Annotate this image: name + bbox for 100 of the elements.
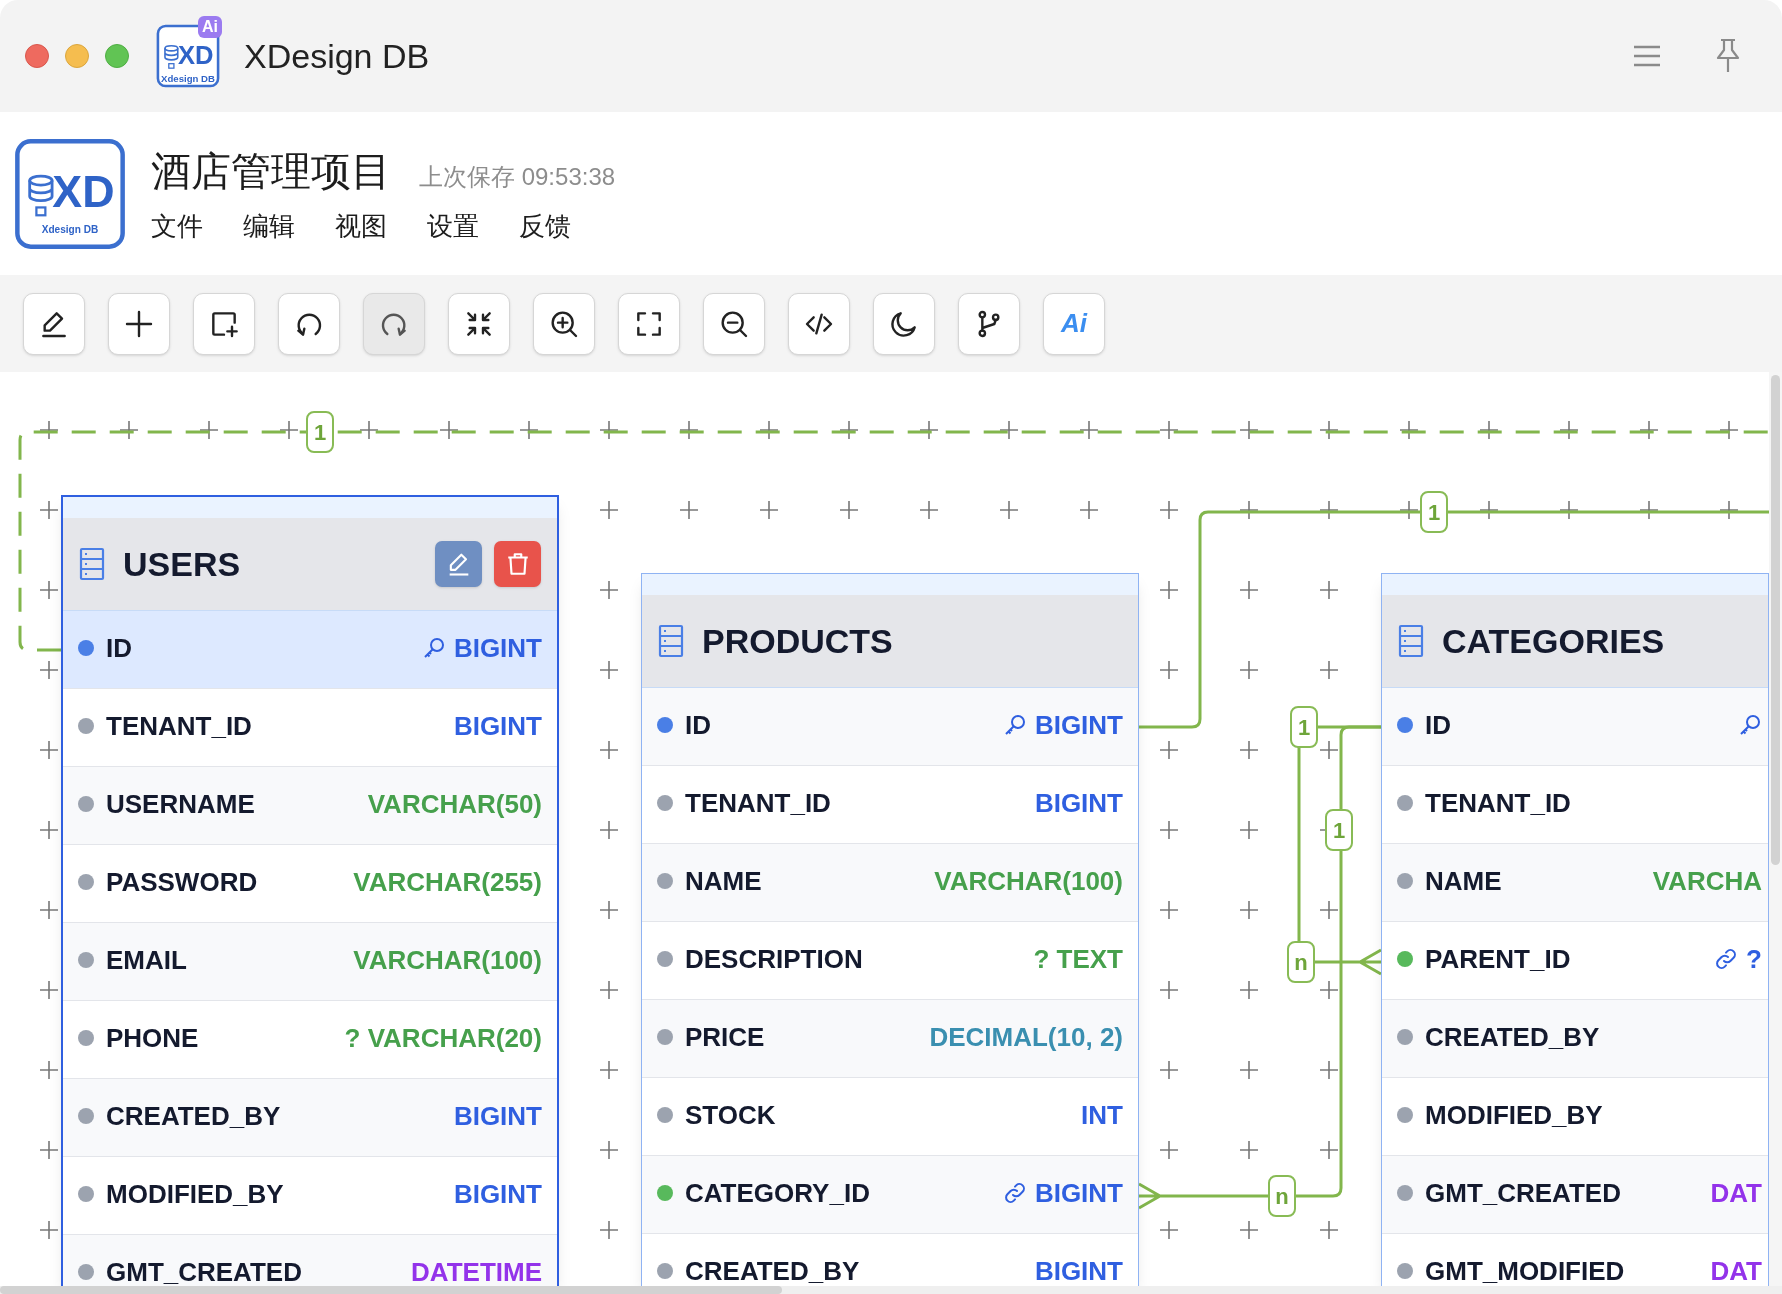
- field-row[interactable]: STOCK INT: [642, 1078, 1138, 1156]
- toolbar-button[interactable]: [108, 292, 170, 355]
- vertical-scrollbar[interactable]: [1771, 375, 1780, 865]
- key-icon: [1738, 712, 1762, 737]
- field-row[interactable]: CATEGORY_ID BIGINT: [642, 1156, 1138, 1234]
- field-row[interactable]: USERNAME VARCHAR(50): [63, 767, 557, 845]
- field-row[interactable]: MODIFIED_BY BIGINT: [63, 1157, 557, 1235]
- field-type: BIGINT: [1034, 711, 1123, 738]
- window-title: XDesign DB: [244, 35, 430, 77]
- toolbar-button[interactable]: [533, 292, 595, 355]
- field-type: BIGINT: [1034, 789, 1123, 816]
- field-name: PRICE: [685, 1023, 765, 1050]
- field-row[interactable]: CREATED_BY: [1382, 1000, 1768, 1078]
- field-type: VARCHAR(100): [934, 867, 1123, 894]
- edit-button[interactable]: [435, 541, 482, 587]
- field-type: VARCHAR(100): [353, 946, 542, 973]
- field-row[interactable]: CREATED_BY BIGINT: [642, 1234, 1138, 1286]
- project-title: 酒店管理项目: [151, 148, 391, 195]
- field-type: BIGINT: [453, 1180, 542, 1207]
- field-row[interactable]: ID: [1382, 688, 1768, 766]
- field-type: BIGINT: [453, 1102, 542, 1129]
- field-row[interactable]: EMAIL VARCHAR(100): [63, 923, 557, 1001]
- toolbar-button[interactable]: [703, 292, 765, 355]
- toolbar-button[interactable]: [278, 292, 340, 355]
- field-row[interactable]: PARENT_ID ?: [1382, 922, 1768, 1000]
- horizontal-scrollbar[interactable]: [0, 1286, 782, 1294]
- field-row[interactable]: ID BIGINT: [63, 611, 557, 689]
- field-name: NAME: [1425, 867, 1502, 894]
- field-name: PARENT_ID: [1425, 945, 1571, 972]
- field-name: DESCRIPTION: [685, 945, 863, 972]
- menu-item[interactable]: 视图: [335, 207, 387, 246]
- table-icon: [1398, 624, 1424, 658]
- menu-item[interactable]: 文件: [151, 207, 203, 246]
- field-row[interactable]: PRICE DECIMAL(10, 2): [642, 1000, 1138, 1078]
- table-icon: [658, 624, 684, 658]
- field-name: ID: [106, 634, 132, 661]
- table-card[interactable]: CATEGORIES ID TENANT_ID NAME VARCHA PARENT_ID ? CREATED_BY MODIFIED_BY GMT_CREATED DAT GMT_MODIFIED DAT: [1381, 573, 1769, 1286]
- field-row[interactable]: GMT_CREATED DAT: [1382, 1156, 1768, 1234]
- field-name: PASSWORD: [106, 868, 258, 895]
- table-name: USERS: [123, 543, 241, 585]
- field-row[interactable]: ID BIGINT: [642, 688, 1138, 766]
- field-type: BIGINT: [453, 712, 542, 739]
- field-row[interactable]: TENANT_ID BIGINT: [63, 689, 557, 767]
- field-type: BIGINT: [1034, 1179, 1123, 1206]
- field-type: INT: [1081, 1101, 1123, 1128]
- field-name: GMT_CREATED: [1425, 1179, 1621, 1206]
- field-name: CREATED_BY: [685, 1257, 860, 1284]
- toolbar-button[interactable]: [873, 292, 935, 355]
- toolbar-button[interactable]: [363, 292, 425, 355]
- link-icon: [1002, 1180, 1027, 1205]
- field-row[interactable]: GMT_MODIFIED DAT: [1382, 1234, 1768, 1286]
- toolbar-button[interactable]: [788, 292, 850, 355]
- toolbar-button[interactable]: [618, 292, 680, 355]
- toolbar-button[interactable]: [193, 292, 255, 355]
- table-name: CATEGORIES: [1442, 620, 1665, 662]
- cardinality-label: 1: [1290, 706, 1318, 748]
- table-card[interactable]: USERS ID BIGINT TENANT_ID BIGINT USERNAME VARCHAR(50) PASSWORD VARCHAR(255) EMAIL VARCHAR(100) PHONE ? VARCHAR(20) CREATED_BY BIGINT MODIFIED_BY BIGINT GMT_CREATED DATETIME: [61, 495, 559, 1286]
- toolbar-button[interactable]: [23, 292, 85, 355]
- project-logo: XD Xdesign DB: [14, 137, 126, 250]
- cardinality-label: 1: [306, 411, 334, 453]
- field-row[interactable]: MODIFIED_BY: [1382, 1078, 1768, 1156]
- field-row[interactable]: GMT_CREATED DATETIME: [63, 1235, 557, 1286]
- field-name: TENANT_ID: [685, 789, 831, 816]
- toolbar-button[interactable]: [958, 292, 1020, 355]
- field-row[interactable]: PHONE ? VARCHAR(20): [63, 1001, 557, 1079]
- field-name: PHONE: [106, 1024, 199, 1051]
- field-type: VARCHA: [1652, 867, 1762, 894]
- field-row[interactable]: NAME VARCHA: [1382, 844, 1768, 922]
- table-icon: [79, 547, 105, 581]
- field-row[interactable]: PASSWORD VARCHAR(255): [63, 845, 557, 923]
- menu-icon[interactable]: [1632, 44, 1662, 68]
- field-type: ?: [1746, 945, 1762, 972]
- field-name: CATEGORY_ID: [685, 1179, 870, 1206]
- field-row[interactable]: NAME VARCHAR(100): [642, 844, 1138, 922]
- field-type: DAT: [1710, 1179, 1762, 1206]
- field-name: TENANT_ID: [106, 712, 252, 739]
- delete-button[interactable]: [494, 541, 541, 587]
- field-row[interactable]: TENANT_ID: [1382, 766, 1768, 844]
- ai-badge: Ai: [198, 16, 222, 38]
- field-row[interactable]: CREATED_BY BIGINT: [63, 1079, 557, 1157]
- field-type: BIGINT: [1034, 1257, 1123, 1284]
- close-button[interactable]: [25, 44, 49, 68]
- field-row[interactable]: TENANT_ID BIGINT: [642, 766, 1138, 844]
- menu-item[interactable]: 编辑: [243, 207, 295, 246]
- field-name: MODIFIED_BY: [1425, 1101, 1603, 1128]
- field-row[interactable]: DESCRIPTION ? TEXT: [642, 922, 1138, 1000]
- menu-item[interactable]: 设置: [427, 207, 479, 246]
- pin-icon[interactable]: [1714, 38, 1742, 74]
- cardinality-label: 1: [1420, 491, 1448, 533]
- cardinality-label: 1: [1325, 809, 1353, 851]
- table-name: PRODUCTS: [702, 620, 893, 662]
- menu-item[interactable]: 反馈: [519, 207, 571, 246]
- toolbar-button[interactable]: [448, 292, 510, 355]
- field-name: USERNAME: [106, 790, 255, 817]
- field-type: DECIMAL(10, 2): [929, 1023, 1123, 1050]
- field-name: TENANT_ID: [1425, 789, 1571, 816]
- table-card[interactable]: PRODUCTS ID BIGINT TENANT_ID BIGINT NAME VARCHAR(100) DESCRIPTION ? TEXT PRICE DECIMAL(10, 2) STOCK INT CATEGORY_ID BIGINT CREATED_BY BIGINT: [641, 573, 1139, 1286]
- field-type: DATETIME: [411, 1258, 542, 1285]
- field-name: ID: [685, 711, 711, 738]
- cardinality-label: n: [1287, 941, 1315, 983]
